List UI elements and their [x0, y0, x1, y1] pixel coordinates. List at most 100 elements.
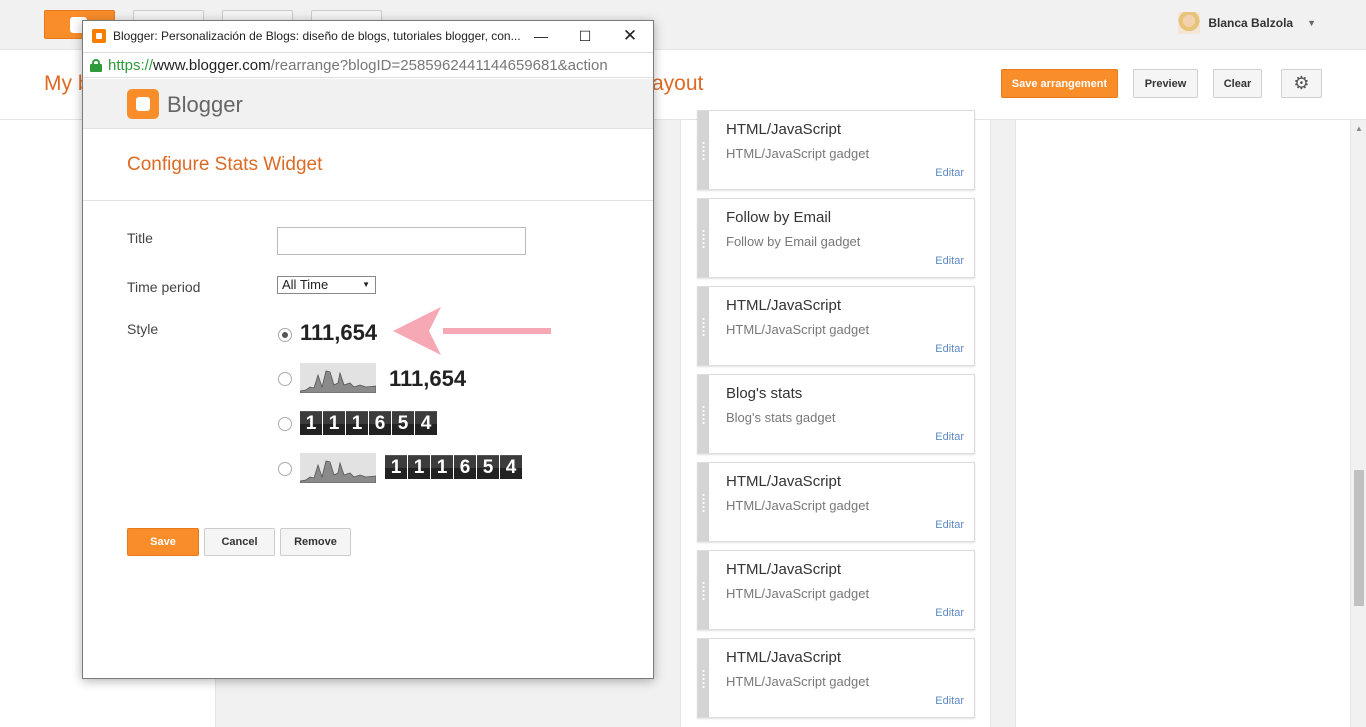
url-host: www.blogger.com — [153, 57, 271, 74]
counter-digit: 5 — [392, 411, 414, 435]
gadget-card[interactable]: HTML/JavaScript HTML/JavaScript gadget Edi… — [697, 110, 975, 190]
blogger-favicon-icon — [92, 29, 106, 43]
style-radio-number[interactable] — [278, 328, 292, 342]
minimize-icon[interactable]: — — [526, 25, 556, 47]
save-button[interactable]: Save — [127, 528, 199, 556]
counter-digit: 6 — [369, 411, 391, 435]
gadget-title: Blog's stats — [726, 385, 803, 402]
gadget-edit-link[interactable]: Editar — [935, 695, 964, 707]
avatar[interactable] — [1178, 12, 1201, 34]
gadget-title: HTML/JavaScript — [726, 121, 842, 138]
counter-digit: 1 — [300, 411, 322, 435]
counter-digit: 1 — [431, 455, 453, 479]
chevron-down-icon[interactable]: ▼ — [1307, 18, 1316, 28]
gadget-edit-link[interactable]: Editar — [935, 343, 964, 355]
url-scheme: https:// — [108, 57, 154, 74]
lock-icon — [90, 59, 102, 72]
clear-button[interactable]: Clear — [1213, 69, 1262, 98]
divider — [83, 200, 653, 201]
url-path: /rearrange?blogID=2585962441144659681&ac… — [270, 57, 608, 74]
address-bar[interactable]: https://www.blogger.com/rearrange?blogID… — [83, 52, 653, 78]
gadget-subtitle: HTML/JavaScript gadget — [726, 146, 870, 161]
counter-digit: 6 — [454, 455, 476, 479]
gadget-card[interactable]: HTML/JavaScript HTML/JavaScript gadget Edi… — [697, 286, 975, 366]
close-icon[interactable]: ✕ — [615, 25, 645, 47]
gadget-title: HTML/JavaScript — [726, 561, 842, 578]
gadget-title: HTML/JavaScript — [726, 473, 842, 490]
drag-handle[interactable] — [698, 463, 709, 541]
right-column — [1015, 120, 1350, 727]
stats-count-with-graph: 111,654 — [389, 366, 467, 391]
gadget-card[interactable]: HTML/JavaScript HTML/JavaScript gadget Edi… — [697, 550, 975, 630]
counter-digit: 1 — [385, 455, 407, 479]
annotation-arrow — [393, 307, 551, 355]
maximize-icon[interactable]: ☐ — [570, 25, 600, 47]
gadget-edit-link[interactable]: Editar — [935, 431, 964, 443]
blogger-header: Blogger — [83, 79, 653, 129]
popup-window: Blogger: Personalización de Blogs: diseñ… — [82, 20, 654, 679]
counter-digit: 4 — [500, 455, 522, 479]
scroll-up-icon[interactable]: ▲ — [1355, 124, 1363, 133]
preview-button[interactable]: Preview — [1133, 69, 1198, 98]
window-titlebar: Blogger: Personalización de Blogs: diseñ… — [83, 21, 653, 51]
gadget-card[interactable]: HTML/JavaScript HTML/JavaScript gadget Edi… — [697, 462, 975, 542]
title-label: Title — [127, 230, 153, 246]
counter-digit: 5 — [477, 455, 499, 479]
stats-digit-counter: 111654 — [300, 411, 437, 435]
gadget-edit-link[interactable]: Editar — [935, 255, 964, 267]
url-text[interactable]: https://www.blogger.com/rearrange?blogID… — [108, 57, 608, 74]
gadget-subtitle: HTML/JavaScript gadget — [726, 498, 870, 513]
gadget-card[interactable]: Follow by Email Follow by Email gadget Edi… — [697, 198, 975, 278]
drag-handle[interactable] — [698, 639, 709, 717]
gadget-subtitle: HTML/JavaScript gadget — [726, 586, 870, 601]
title-input[interactable] — [277, 227, 526, 255]
style-label: Style — [127, 321, 159, 337]
style-radio-digits[interactable] — [278, 417, 292, 431]
dropdown-arrow-icon: ▼ — [362, 280, 370, 289]
user-name: Blanca Balzola — [1208, 16, 1294, 30]
gadget-title: Follow by Email — [726, 209, 832, 226]
drag-handle[interactable] — [698, 375, 709, 453]
page-scrollbar[interactable]: ▲ — [1350, 120, 1366, 727]
gadget-edit-link[interactable]: Editar — [935, 167, 964, 179]
gadget-subtitle: Follow by Email gadget — [726, 234, 861, 249]
style-radio-sparkline-number[interactable] — [278, 372, 292, 386]
counter-digit: 1 — [323, 411, 345, 435]
time-period-select[interactable]: All Time ▼ — [277, 276, 376, 294]
time-period-value: All Time — [282, 277, 329, 292]
sparkline-graph — [300, 363, 376, 393]
scrollbar-thumb[interactable] — [1354, 470, 1364, 606]
drag-handle[interactable] — [698, 551, 709, 629]
gadget-subtitle: Blog's stats gadget — [726, 410, 836, 425]
dialog-heading: Configure Stats Widget — [127, 154, 323, 175]
blogger-logo-icon — [127, 89, 159, 119]
gadget-edit-link[interactable]: Editar — [935, 607, 964, 619]
gadget-card[interactable]: HTML/JavaScript HTML/JavaScript gadget Edi… — [697, 638, 975, 718]
gadget-subtitle: HTML/JavaScript gadget — [726, 674, 870, 689]
stats-count-plain: 111,654 — [300, 320, 378, 345]
brand-name: Blogger — [167, 92, 243, 117]
drag-handle[interactable] — [698, 287, 709, 365]
gear-icon: ⚙ — [1293, 73, 1310, 93]
drag-handle[interactable] — [698, 199, 709, 277]
save-arrangement-button[interactable]: Save arrangement — [1001, 69, 1118, 98]
gadget-subtitle: HTML/JavaScript gadget — [726, 322, 870, 337]
time-period-label: Time period — [127, 279, 201, 295]
counter-digit: 1 — [346, 411, 368, 435]
window-title: Blogger: Personalización de Blogs: diseñ… — [113, 29, 521, 43]
counter-digit: 1 — [408, 455, 430, 479]
gadget-edit-link[interactable]: Editar — [935, 519, 964, 531]
user-menu[interactable]: Blanca Balzola ▼ — [1178, 12, 1316, 34]
sparkline-graph — [300, 453, 376, 483]
counter-digit: 4 — [415, 411, 437, 435]
gadget-title: HTML/JavaScript — [726, 297, 842, 314]
page-title-right: ayout — [652, 72, 704, 95]
settings-button[interactable]: ⚙ — [1281, 69, 1322, 98]
remove-button[interactable]: Remove — [280, 528, 351, 556]
cancel-button[interactable]: Cancel — [204, 528, 275, 556]
gadget-title: HTML/JavaScript — [726, 649, 842, 666]
stats-digit-counter-with-graph: 111654 — [385, 455, 522, 479]
drag-handle[interactable] — [698, 111, 709, 189]
style-radio-sparkline-digits[interactable] — [278, 462, 292, 476]
gadget-card[interactable]: Blog's stats Blog's stats gadget Editar — [697, 374, 975, 454]
